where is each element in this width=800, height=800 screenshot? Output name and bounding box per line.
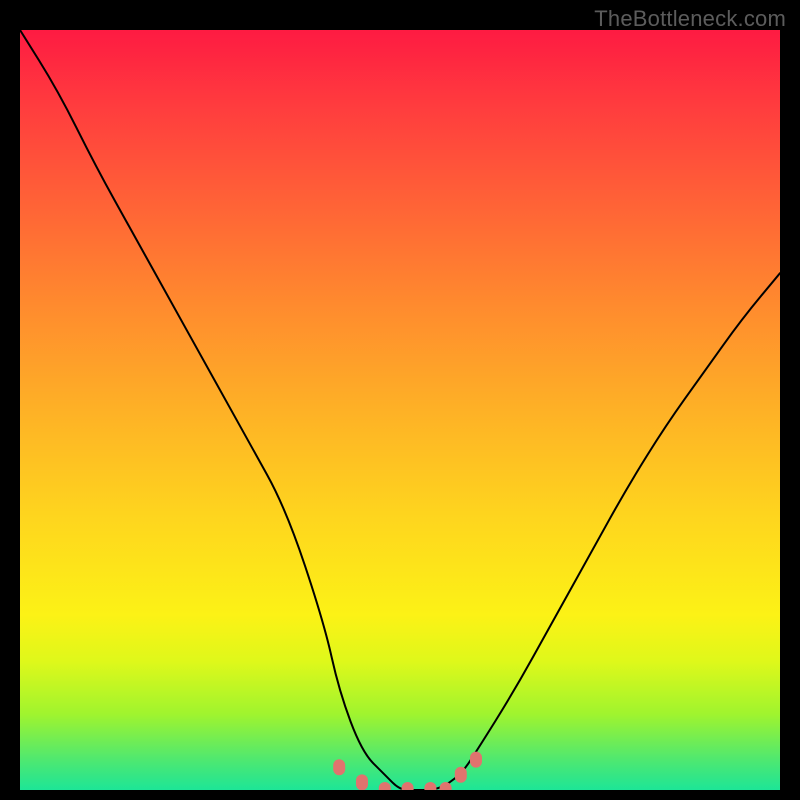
chart-container: TheBottleneck.com — [0, 0, 800, 800]
highlight-markers — [333, 752, 482, 790]
highlight-marker — [333, 759, 345, 775]
highlight-marker — [402, 782, 414, 790]
highlight-marker — [379, 782, 391, 790]
bottleneck-curve — [20, 30, 780, 790]
highlight-marker — [356, 774, 368, 790]
highlight-marker — [424, 782, 436, 790]
highlight-marker — [455, 767, 467, 783]
plot-area — [20, 30, 780, 790]
highlight-marker — [470, 752, 482, 768]
watermark-text: TheBottleneck.com — [594, 6, 786, 32]
curve-layer — [20, 30, 780, 790]
